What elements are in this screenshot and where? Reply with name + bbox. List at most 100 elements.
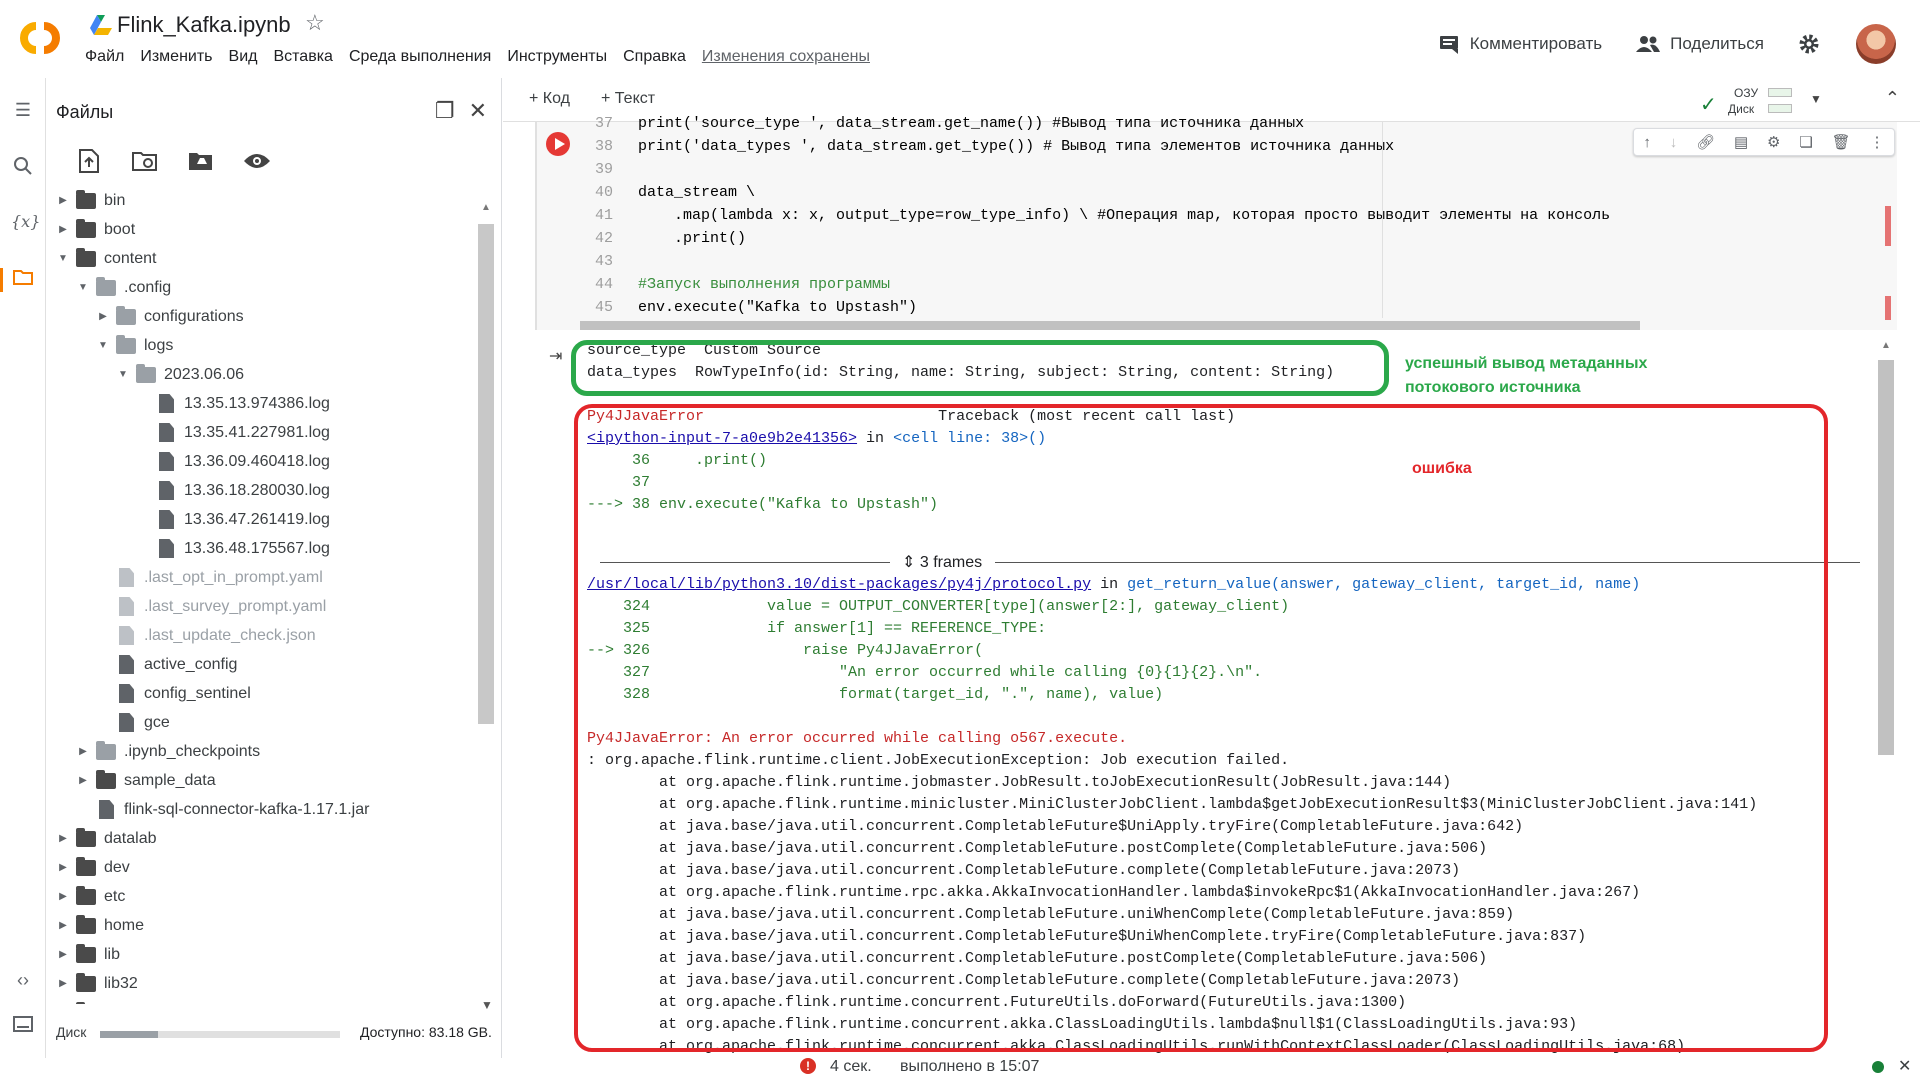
menu-help[interactable]: Справка <box>623 48 686 66</box>
tree-item[interactable]: ▶ lib <box>56 940 120 969</box>
chevron-right-icon[interactable]: ▶ <box>56 833 70 844</box>
tree-item[interactable]: 13.36.09.460418.log <box>136 447 330 476</box>
files-icon[interactable] <box>0 268 34 292</box>
menu-tools[interactable]: Инструменты <box>507 48 607 66</box>
scroll-up-icon[interactable]: ▲ <box>481 202 491 213</box>
code-text[interactable]: print('data_types ', data_stream.get_typ… <box>638 135 1394 158</box>
output-scrollbar[interactable]: ▲ <box>1876 340 1896 1058</box>
code-text[interactable]: #Запуск выполнения программы <box>638 273 890 296</box>
chevron-right-icon[interactable]: ▶ <box>56 978 70 989</box>
search-icon[interactable] <box>11 156 35 180</box>
tree-item[interactable]: ▶ datalab <box>56 824 157 853</box>
comment-button[interactable]: Комментировать <box>1438 33 1602 55</box>
upload-file-icon[interactable] <box>72 144 106 178</box>
tree-item[interactable]: gce <box>96 708 170 737</box>
more-options-icon[interactable]: ⋮ <box>1870 133 1885 151</box>
delete-icon[interactable]: 🗑︎ <box>1832 133 1851 151</box>
comment-cell-icon[interactable]: ▤ <box>1734 133 1748 151</box>
chevron-right-icon[interactable]: ▶ <box>56 862 70 873</box>
tree-item[interactable]: ▶ .ipynb_checkpoints <box>76 737 260 766</box>
tree-item[interactable]: ▼ content <box>56 244 156 273</box>
settings-button[interactable] <box>1798 33 1830 55</box>
tree-item[interactable]: flink-sql-connector-kafka-1.17.1.jar <box>76 795 369 824</box>
chevron-right-icon[interactable]: ▶ <box>56 949 70 960</box>
chevron-right-icon[interactable]: ▶ <box>56 920 70 931</box>
tree-item[interactable]: ▶ bin <box>56 186 125 215</box>
run-cell-button[interactable] <box>546 132 570 156</box>
output-scroll-thumb[interactable] <box>1878 360 1894 755</box>
collapse-chevron-icon[interactable]: ⌃ <box>1885 88 1900 109</box>
tree-item[interactable]: active_config <box>96 650 237 679</box>
tree-item[interactable]: .last_survey_prompt.yaml <box>96 592 326 621</box>
tree-item[interactable]: ▶ etc <box>56 882 125 911</box>
chevron-down-icon[interactable]: ▼ <box>96 340 110 351</box>
chevron-down-icon[interactable]: ▼ <box>56 253 70 264</box>
scroll-up-icon[interactable]: ▲ <box>1881 340 1891 351</box>
code-text[interactable]: env.execute("Kafka to Upstash") <box>638 296 917 319</box>
tree-item[interactable]: .last_opt_in_prompt.yaml <box>96 563 323 592</box>
notebook-title[interactable]: Flink_Kafka.ipynb <box>117 12 291 38</box>
menu-insert[interactable]: Вставка <box>273 48 332 66</box>
tree-item[interactable]: ▶ configurations <box>96 302 244 331</box>
menu-edit[interactable]: Изменить <box>140 48 212 66</box>
add-code-button[interactable]: + Код <box>529 90 570 108</box>
link-icon[interactable]: 🔗︎ <box>1696 133 1715 151</box>
mount-drive-icon[interactable] <box>184 144 218 178</box>
move-up-icon[interactable]: ↑ <box>1643 134 1651 151</box>
menu-file[interactable]: Файл <box>85 48 124 66</box>
tree-item[interactable]: ▶ home <box>56 911 144 940</box>
saved-status[interactable]: Изменения сохранены <box>702 48 870 66</box>
tree-item[interactable]: 13.36.48.175567.log <box>136 534 330 563</box>
tree-item[interactable]: 13.35.13.974386.log <box>136 389 330 418</box>
code-text[interactable]: print('source_type ', data_stream.get_na… <box>638 112 1304 135</box>
code-snippets-icon[interactable]: ‹› <box>11 970 35 994</box>
close-icon[interactable]: ✕ <box>469 98 487 124</box>
chevron-right-icon[interactable]: ▶ <box>76 775 90 786</box>
menu-runtime[interactable]: Среда выполнения <box>349 48 491 66</box>
resources-indicator[interactable]: ✓ ОЗУ Диск ▼ <box>1700 84 1850 118</box>
chevron-right-icon[interactable]: ▶ <box>56 224 70 235</box>
table-of-contents-icon[interactable]: ☰ <box>11 100 35 124</box>
code-text[interactable]: data_stream \ <box>638 181 755 204</box>
menu-view[interactable]: Вид <box>229 48 258 66</box>
close-icon[interactable]: ✕ <box>1898 1056 1911 1076</box>
tree-item[interactable]: ▶ dev <box>56 853 130 882</box>
code-horizontal-scrollbar[interactable] <box>580 321 1640 330</box>
share-button[interactable]: Поделиться <box>1636 34 1764 54</box>
mirror-cell-icon[interactable]: ❏ <box>1799 133 1812 151</box>
tree-item[interactable]: 13.36.47.261419.log <box>136 505 330 534</box>
chevron-right-icon[interactable]: ▶ <box>56 195 70 206</box>
colab-logo[interactable] <box>14 14 66 62</box>
chevron-right-icon[interactable]: ▶ <box>56 891 70 902</box>
tree-item[interactable]: ▼ logs <box>96 331 173 360</box>
tree-scroll-thumb[interactable] <box>478 224 494 724</box>
terminal-icon[interactable] <box>11 1016 35 1040</box>
show-hidden-eye-icon[interactable] <box>240 144 274 178</box>
chevron-right-icon[interactable]: ▶ <box>76 746 90 757</box>
tree-item[interactable]: ▶ sample_data <box>76 766 216 795</box>
refresh-folder-icon[interactable] <box>128 144 162 178</box>
scroll-down-icon[interactable]: ▼ <box>481 998 493 1012</box>
tree-item[interactable]: ▶ lib32 <box>56 969 138 998</box>
cell-settings-icon[interactable]: ⚙ <box>1767 133 1780 151</box>
tree-scrollbar[interactable]: ▲ ▼ <box>476 198 498 1018</box>
tree-item[interactable]: ▼ 2023.06.06 <box>116 360 244 389</box>
avatar[interactable] <box>1856 24 1896 64</box>
move-down-icon[interactable]: ↓ <box>1670 134 1678 151</box>
code-text[interactable]: .map(lambda x: x, output_type=row_type_i… <box>638 204 1610 227</box>
tree-item[interactable]: ▶lib64 <box>56 998 138 1004</box>
variables-icon[interactable]: {x} <box>11 212 40 236</box>
tree-item[interactable]: ▶ boot <box>56 215 135 244</box>
tree-item[interactable]: ▼ .config <box>76 273 171 302</box>
dropdown-icon[interactable]: ▼ <box>1810 92 1822 106</box>
add-text-button[interactable]: + Текст <box>601 90 655 108</box>
code-text[interactable]: .print() <box>638 227 746 250</box>
tree-item[interactable]: 13.36.18.280030.log <box>136 476 330 505</box>
tree-item[interactable]: config_sentinel <box>96 679 251 708</box>
tree-item[interactable]: .last_update_check.json <box>96 621 316 650</box>
open-in-tab-icon[interactable]: ❐ <box>435 98 455 124</box>
star-icon[interactable]: ☆ <box>305 10 325 36</box>
chevron-right-icon[interactable]: ▶ <box>96 311 110 322</box>
tree-item[interactable]: 13.35.41.227981.log <box>136 418 330 447</box>
chevron-down-icon[interactable]: ▼ <box>116 369 130 380</box>
